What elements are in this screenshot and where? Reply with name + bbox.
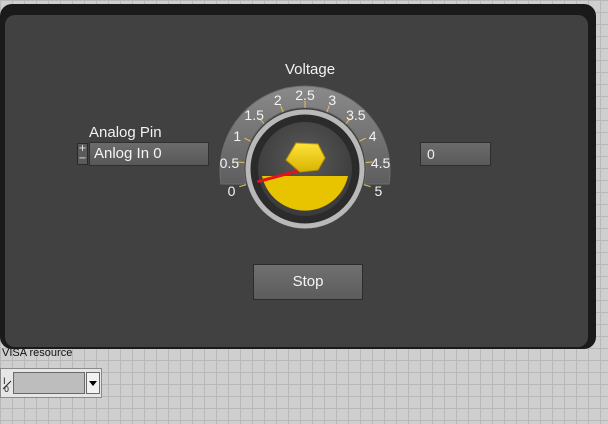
stop-button[interactable]: Stop bbox=[253, 264, 363, 300]
gauge-tick-label: 1 bbox=[233, 128, 242, 145]
gauge-tick-label: 3.5 bbox=[346, 106, 366, 123]
gauge-tick-label: 0.5 bbox=[219, 155, 240, 172]
gauge-tick-label: 3 bbox=[328, 92, 337, 109]
gauge-tick-label: 2 bbox=[273, 92, 282, 109]
gauge-tick-label: 2.5 bbox=[295, 87, 315, 103]
gauge-tick bbox=[239, 184, 247, 188]
voltage-indicator: 0 bbox=[420, 142, 491, 166]
gauge-tick-label: 0 bbox=[227, 182, 236, 199]
visa-resource-control[interactable]: I 0 bbox=[0, 368, 102, 398]
gauge-tick-label: 1.5 bbox=[244, 106, 264, 123]
svg-text:0: 0 bbox=[4, 385, 9, 393]
visa-io-icon: I 0 bbox=[2, 375, 13, 394]
visa-resource-field[interactable] bbox=[13, 372, 85, 394]
voltage-gauge[interactable] bbox=[0, 0, 608, 424]
visa-resource-label: VISA resource bbox=[2, 347, 73, 359]
gauge-tick bbox=[363, 184, 371, 188]
visa-dropdown-button[interactable] bbox=[86, 372, 100, 394]
gauge-tick-label: 4.5 bbox=[370, 155, 391, 172]
gauge-tick-label: 4 bbox=[368, 128, 377, 145]
chevron-down-icon bbox=[89, 381, 97, 386]
gauge-tick-label: 5 bbox=[374, 182, 383, 199]
